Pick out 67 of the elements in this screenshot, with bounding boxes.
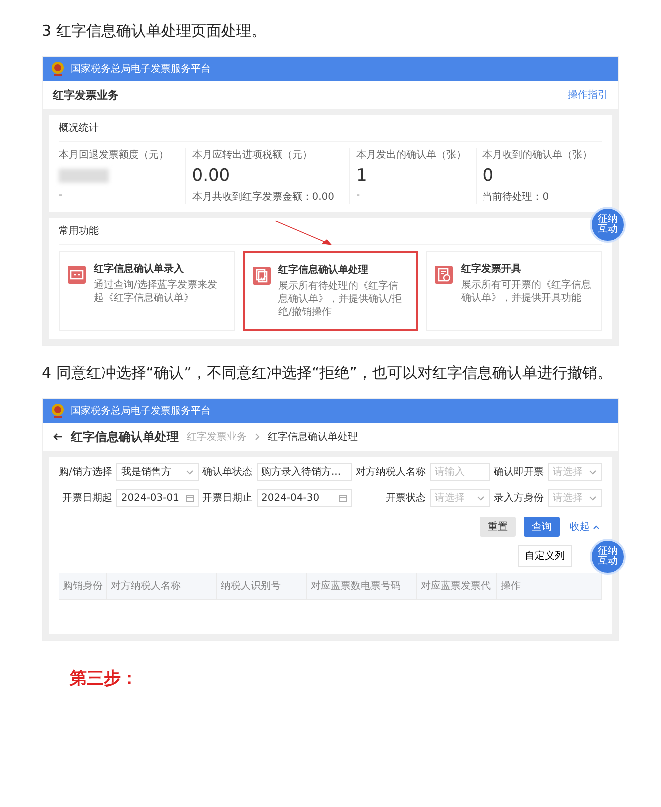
- calendar-icon: [339, 494, 347, 502]
- column-header: 对应蓝票发票代: [417, 573, 497, 599]
- page-title: 红字信息确认单处理: [71, 428, 179, 446]
- filter-label: 开票日期起: [61, 492, 112, 505]
- stat-note: 当前待处理：0: [482, 190, 550, 204]
- stat-value: 0: [482, 165, 495, 187]
- platform-title: 国家税务总局电子发票服务平台: [71, 62, 211, 76]
- function-card[interactable]: 红字发票开具 展示所有可开票的《红字信息确认单》，并提供开具功能: [426, 251, 602, 331]
- emblem-logo-icon: [51, 403, 65, 419]
- annotation-arrow: [274, 220, 334, 246]
- select-field[interactable]: 我是销售方: [116, 463, 198, 481]
- page-title: 红字发票业务: [53, 88, 119, 102]
- step-heading: 第三步：: [70, 668, 139, 690]
- function-card[interactable]: 红字信息确认单录入 通过查询/选择蓝字发票来发起《红字信息确认单》: [59, 251, 235, 331]
- stat-label: 本月发出的确认单（张）: [356, 148, 468, 162]
- column-header: 购销身份: [59, 573, 107, 599]
- card-description: 展示所有待处理的《红字信息确认单》，并提供确认/拒绝/撤销操作: [278, 280, 404, 319]
- breadcrumb-item: 红字信息确认单处理: [268, 430, 358, 444]
- query-button[interactable]: 查询: [524, 517, 560, 537]
- stat-value: 0.00: [192, 165, 232, 187]
- stat-note: -: [59, 190, 64, 201]
- filter-label: 购/销方选择: [59, 466, 112, 479]
- step-paragraph: 4 同意红冲选择“确认”，不同意红冲选择“拒绝”，也可以对红字信息确认单进行撤销。: [42, 363, 614, 384]
- back-arrow-icon[interactable]: [53, 433, 63, 441]
- filter-label: 开票状态: [385, 492, 426, 505]
- platform-title: 国家税务总局电子发票服务平台: [71, 404, 211, 418]
- reset-button[interactable]: 重置: [480, 517, 516, 537]
- column-header: 对应蓝票数电票号码: [307, 573, 417, 599]
- filter-label: 录入方身份: [494, 492, 544, 505]
- card-title: 红字信息确认单处理: [278, 263, 370, 277]
- stat-label: 本月应转出进项税额（元）: [192, 148, 314, 162]
- step-paragraph: 3 红字信息确认单处理页面处理。: [42, 21, 268, 42]
- chevron-down-icon: [589, 470, 597, 474]
- date-field[interactable]: 2024-03-01: [116, 489, 198, 507]
- stat-label: 本月回退发票额度（元）: [59, 148, 170, 162]
- stat-note: 本月共收到红字发票金额：0.00: [192, 190, 336, 204]
- chevron-down-icon: [477, 496, 485, 500]
- chevron-down-icon: [186, 470, 194, 474]
- card-description: 通过查询/选择蓝字发票来发起《红字信息确认单》: [94, 279, 218, 305]
- filter-label: 对方纳税人名称: [356, 466, 426, 479]
- emblem-logo-icon: [51, 61, 65, 77]
- stat-note: -: [356, 190, 362, 201]
- card-description: 展示所有可开票的《红字信息确认单》，并提供开具功能: [461, 279, 592, 305]
- document-icon: [68, 266, 86, 284]
- card-title: 红字信息确认单录入: [94, 262, 185, 276]
- column-header: 纳税人识别号: [217, 573, 307, 599]
- section-title: 概况统计: [59, 121, 602, 142]
- select-field[interactable]: 购方录入待销方...: [256, 463, 352, 481]
- text-field[interactable]: 请输入: [430, 463, 490, 481]
- filter-label: 开票日期止: [202, 492, 252, 505]
- chevron-right-icon: [255, 433, 260, 441]
- collapse-link[interactable]: 收起: [568, 517, 602, 537]
- document-icon: [435, 266, 454, 284]
- chevron-up-icon: [593, 525, 600, 530]
- stat-value: 1: [356, 165, 368, 187]
- customize-columns-button[interactable]: 自定义列: [518, 545, 572, 567]
- filter-label: 确认单状态: [202, 466, 252, 479]
- chevron-down-icon: [589, 496, 597, 500]
- filter-label: 确认即开票: [494, 466, 544, 479]
- stat-label: 本月收到的确认单（张）: [482, 148, 594, 162]
- calendar-icon: [186, 494, 194, 502]
- document-icon: [252, 267, 271, 285]
- card-title: 红字发票开具: [461, 262, 522, 276]
- help-link[interactable]: 操作指引: [568, 88, 608, 102]
- function-card[interactable]: 红字信息确认单处理 展示所有待处理的《红字信息确认单》，并提供确认/拒绝/撤销操作: [242, 251, 418, 331]
- date-field[interactable]: 2024-04-30: [256, 489, 352, 507]
- column-header: 对方纳税人名称: [107, 573, 217, 599]
